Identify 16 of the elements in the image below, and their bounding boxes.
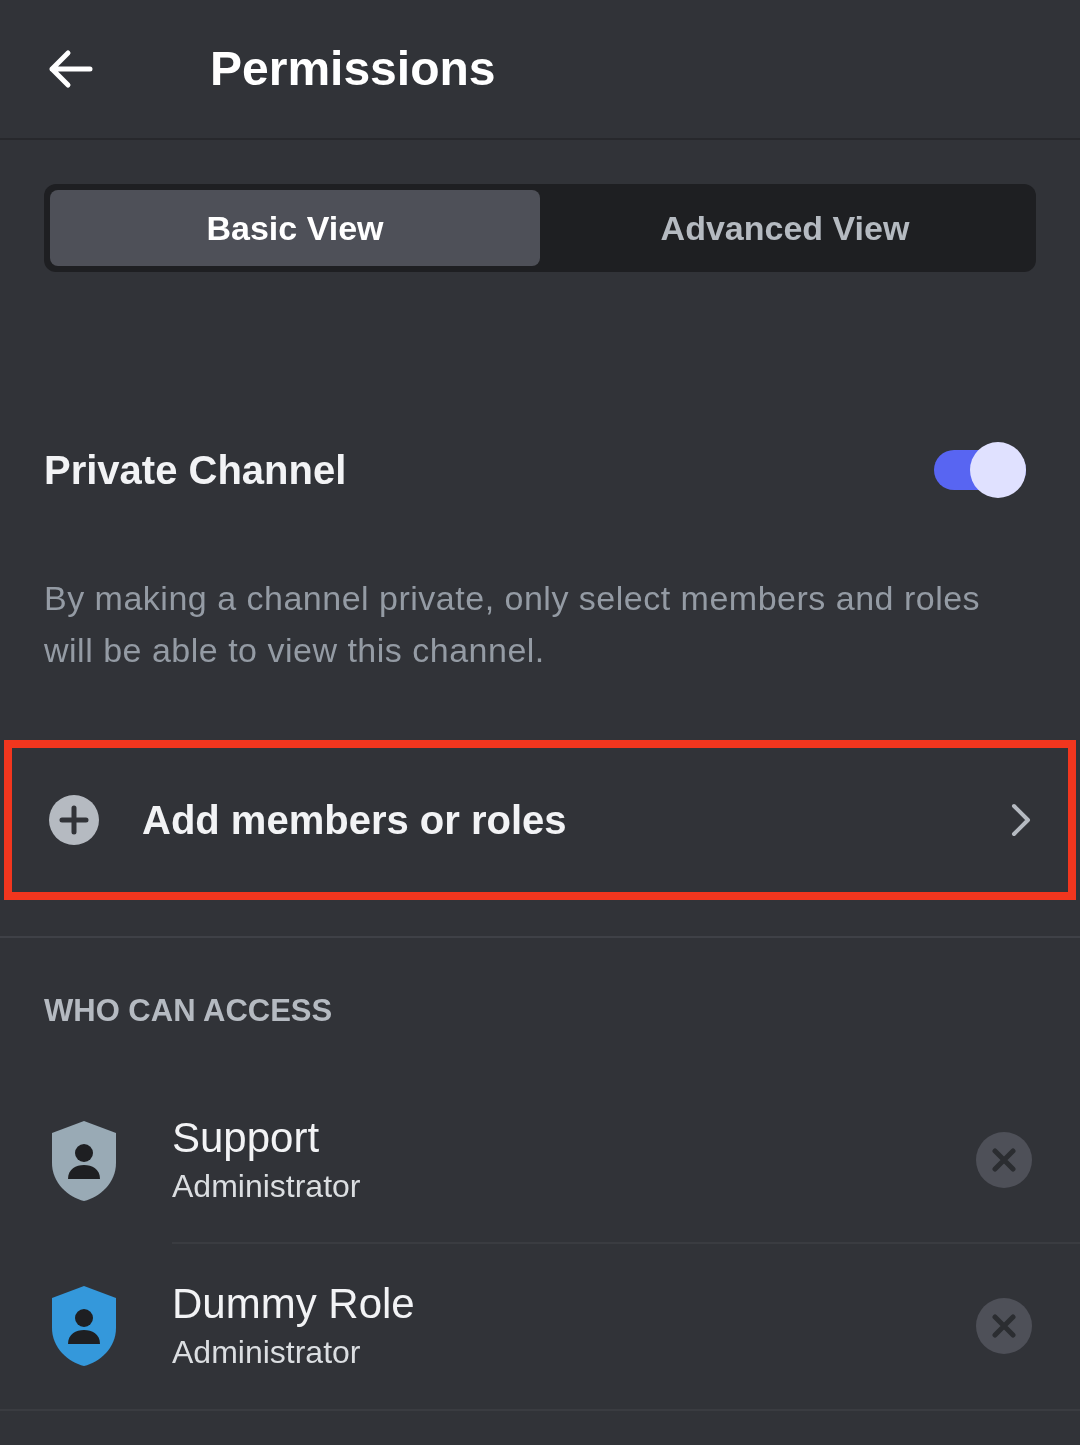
view-tab[interactable]: Basic View <box>50 190 540 266</box>
view-tab[interactable]: Advanced View <box>540 190 1030 266</box>
plus-circle-icon <box>48 794 100 846</box>
chevron-right-icon <box>1010 802 1032 838</box>
setting-description: By making a channel private, only select members and roles will be able to view this channel. <box>44 578 982 671</box>
role-permission: Administrator <box>172 1167 362 1206</box>
close-icon <box>992 1148 1016 1172</box>
close-icon <box>992 1314 1016 1338</box>
role-name: Dummy Role <box>172 1279 416 1329</box>
add-members-row[interactable]: Add members or roles <box>4 740 1076 900</box>
toggle-switch[interactable] <box>934 442 1026 498</box>
role-permission: Administrator <box>172 1333 362 1372</box>
section-heading: WHO CAN ACCESS <box>44 992 334 1030</box>
setting-label: Private Channel <box>44 447 347 494</box>
role-name: Support <box>172 1113 321 1163</box>
page-title: Permissions <box>210 41 496 97</box>
